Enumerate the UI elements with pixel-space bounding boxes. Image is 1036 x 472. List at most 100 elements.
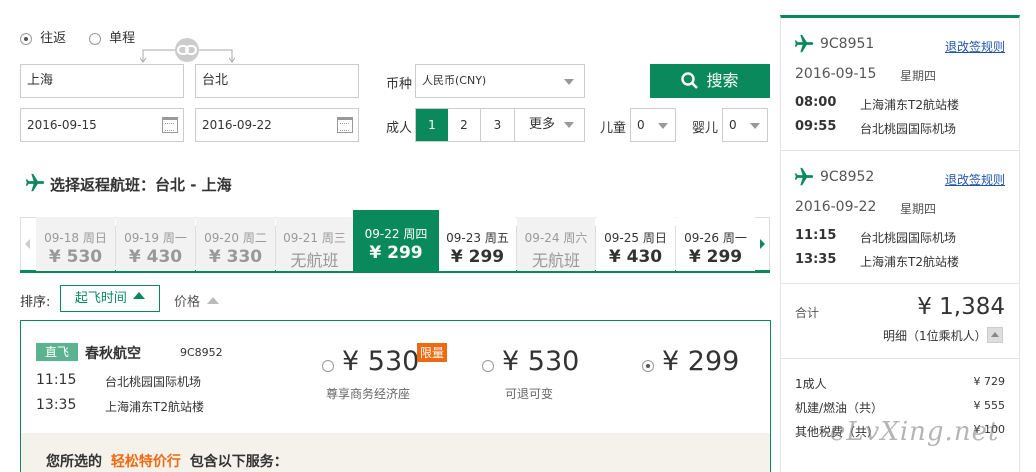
currency-select[interactable]: 人民币(CNY) [415,64,585,98]
infant-value: 0 [729,118,737,132]
tab-date: 09-22 [364,227,400,241]
services-prefix: 您所选的 [46,454,102,470]
return-date-value: 2016-09-22 [202,118,272,132]
fare-option-business[interactable] [322,358,334,373]
depart-date-input[interactable]: 2016-09-15 [20,108,184,142]
sort-label: 排序: [20,295,51,310]
sort-up-icon [133,292,146,299]
swap-cities-icon[interactable] [140,38,235,64]
radio-unchecked-icon [482,359,494,372]
adult-option-2[interactable]: 2 [448,109,481,141]
date-tab[interactable]: 09-18 周日 ¥ 530 [36,217,115,271]
tab-weekday: 周日 [82,231,107,245]
outbound-arr-airport: 台北桃园国际机场 [860,122,957,136]
tab-weekday: 周四 [403,227,428,241]
plane-icon [25,173,45,192]
currency-value: 人民币(CNY) [422,74,487,87]
line-label: 1成人 [795,377,827,391]
from-city-input[interactable]: 上海 [20,64,184,98]
infant-select[interactable]: 0 [722,108,768,142]
tab-price: ¥ 299 [450,247,505,267]
adult-option-1[interactable]: 1 [416,109,448,141]
outbound-flight-number: 9C8951 [820,36,875,52]
date-tab[interactable]: 09-19 周一 ¥ 430 [116,217,195,271]
fare-price: ¥ 299 [662,346,740,377]
date-tab[interactable]: 09-21 周三 无航班 [276,217,353,271]
to-city-input[interactable]: 台北 [195,64,359,98]
limited-badge: 限量 [417,343,448,362]
adult-option-3[interactable]: 3 [481,109,515,141]
chevron-down-icon [750,123,760,129]
date-tab[interactable]: 09-25 周日 ¥ 430 [596,217,675,271]
trip-roundtrip-radio[interactable]: 往返 [20,27,66,46]
adult-count-group: 1 2 3 更多 [415,108,585,142]
next-dates-arrow[interactable] [756,218,769,270]
return-rules-link[interactable]: 退改签规则 [945,171,1005,188]
tab-date: 09-25 [604,231,640,245]
chevron-down-icon [564,122,574,128]
tab-date: 09-24 [524,231,560,245]
watermark: eLvXing.net [830,417,1000,447]
divider [780,358,1020,359]
dep-airport: 台北桃园国际机场 [105,375,202,389]
prev-dates-arrow[interactable] [21,218,35,270]
outbound-arr-time: 09:55 [795,119,837,134]
date-tab[interactable]: 09-24 周六 无航班 [517,217,595,271]
sort-by-price-button[interactable]: 价格 [174,291,220,310]
return-date-input[interactable]: 2016-09-22 [195,108,359,142]
radio-unchecked-icon [322,359,334,372]
radio-checked-icon [642,359,654,372]
flight-number: 9C8952 [180,346,223,359]
search-button[interactable]: 搜索 [650,64,770,98]
return-flight-number: 9C8952 [820,169,875,185]
infant-label: 婴儿 [692,121,719,136]
plane-icon [794,167,814,186]
dep-time: 11:15 [36,372,77,388]
chevron-down-icon [658,123,668,129]
trip-oneway-label: 单程 [109,31,136,46]
radio-unchecked-icon [89,32,101,45]
collapse-detail-button[interactable] [987,327,1003,343]
fare-option-flex[interactable] [482,358,494,373]
tab-price: ¥ 430 [128,247,183,267]
trip-oneway-radio[interactable]: 单程 [89,27,135,46]
tab-date: 09-26 [684,231,720,245]
date-tab-selected[interactable]: 09-22 周四 ¥ 299 [353,210,439,271]
depart-date-value: 2016-09-15 [27,118,97,132]
date-tab[interactable]: 09-20 周二 ¥ 330 [196,217,275,271]
sort-by-time-button[interactable]: 起飞时间 [60,285,160,312]
adult-more-select[interactable]: 更多 [515,109,584,141]
sort-up-icon [207,297,220,304]
search-button-label: 搜索 [706,71,739,90]
chevron-right-icon [760,239,765,249]
return-date: 2016-09-22 [795,199,877,215]
tab-price: ¥ 430 [608,247,663,267]
chevron-up-icon [991,332,999,337]
tab-date: 09-21 [283,231,319,245]
airline-name: 春秋航空 [85,346,141,362]
tab-weekday: 周日 [642,231,667,245]
date-tab[interactable]: 09-26 周一 ¥ 299 [676,217,755,271]
tab-weekday: 周三 [321,231,346,245]
adult-label: 成人 [386,121,413,136]
outbound-weekday: 星期四 [900,69,937,83]
arr-airport: 上海浦东T2航站楼 [105,400,204,414]
radio-checked-icon [20,32,32,45]
tab-date: 09-18 [44,231,80,245]
tab-price: ¥ 530 [48,247,103,267]
tab-date: 09-23 [446,231,482,245]
tab-date: 09-20 [204,231,240,245]
services-fare-name: 轻松特价行 [110,454,181,470]
child-select[interactable]: 0 [630,108,676,142]
outbound-rules-link[interactable]: 退改签规则 [945,38,1005,55]
divider [780,283,1020,284]
return-dep-time: 11:15 [795,228,837,243]
date-tab[interactable]: 09-23 周五 ¥ 299 [439,217,516,271]
tab-weekday: 周二 [242,231,267,245]
return-arr-time: 13:35 [795,252,837,267]
sort-by-price-label: 价格 [174,295,201,310]
calendar-icon [162,117,178,133]
arr-time: 13:35 [36,397,77,413]
fare-option-saver[interactable] [642,358,654,373]
adult-more-label: 更多 [529,117,556,132]
